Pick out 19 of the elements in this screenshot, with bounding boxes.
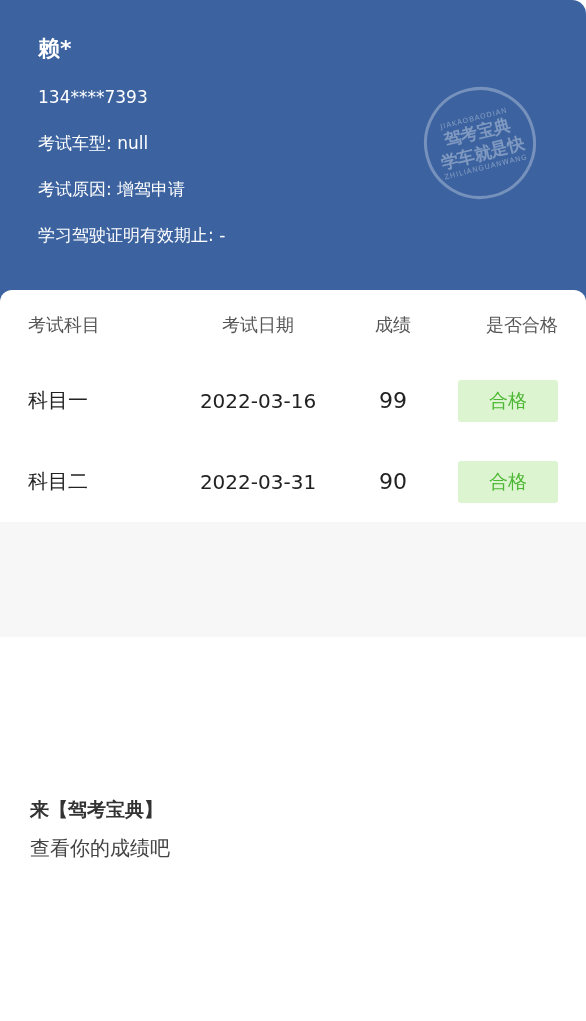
phone-number: 134****7393 [38, 86, 148, 109]
column-header: 是否合格 [486, 313, 558, 337]
info-line: 考试车型: null [38, 132, 149, 155]
column-header: 考试日期 [222, 313, 294, 337]
user-name: 赖* [38, 35, 73, 63]
table-cell: 2022-03-31 [199, 469, 317, 494]
result-badge: 合格 [458, 460, 558, 503]
info-line: 考试原因: 增驾申请 [38, 178, 186, 201]
table-cell: 90 [379, 469, 407, 494]
promo-text: 查看你的成绩吧 [30, 835, 171, 862]
column-header: 考试科目 [28, 313, 100, 337]
table-cell: 2022-03-16 [199, 388, 317, 413]
column-header: 成绩 [375, 313, 411, 337]
info-line: 学习驾驶证明有效期止: - [38, 224, 226, 247]
table-cell: 99 [379, 388, 407, 413]
table-cell: 科目二 [28, 468, 88, 495]
result-badge: 合格 [458, 379, 558, 422]
promo-title: 来【驾考宝典】 [30, 797, 164, 822]
table-cell: 科目一 [28, 387, 88, 414]
